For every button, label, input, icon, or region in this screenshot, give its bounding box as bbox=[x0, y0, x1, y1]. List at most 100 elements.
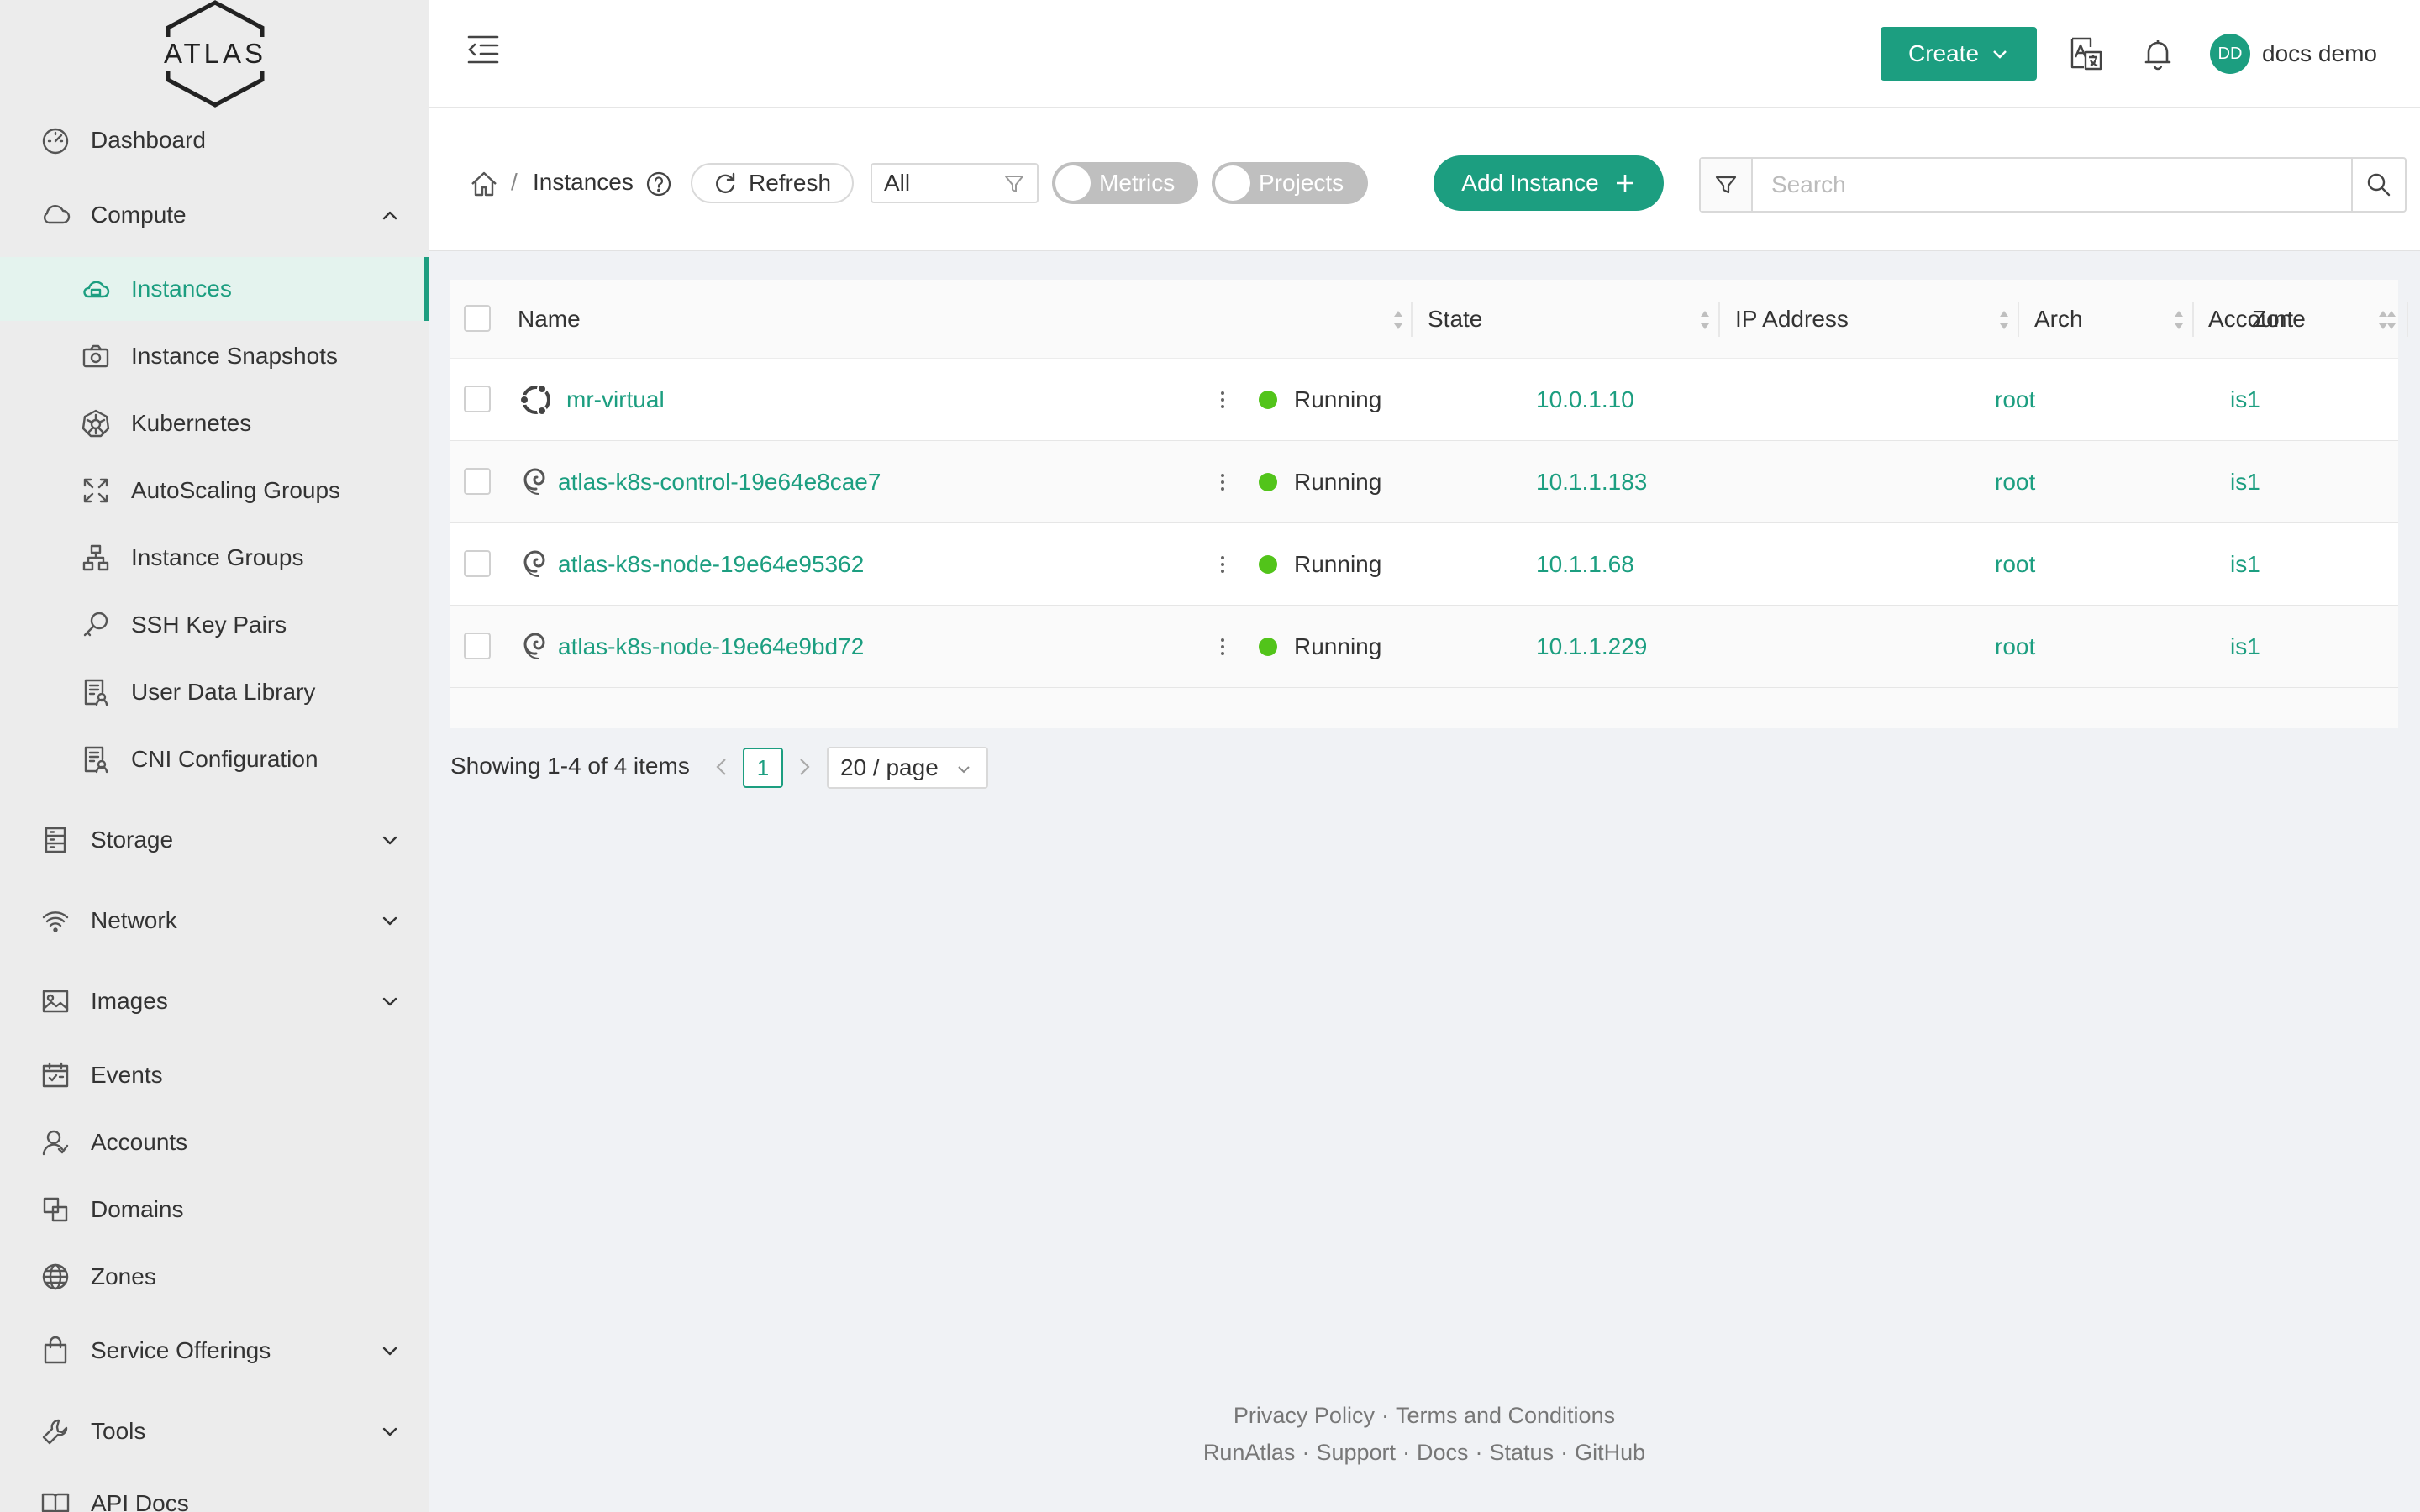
instance-name-link[interactable]: mr-virtual bbox=[566, 386, 665, 413]
projects-toggle[interactable]: Projects bbox=[1212, 162, 1368, 204]
state-text: Running bbox=[1294, 386, 1382, 412]
create-button[interactable]: Create bbox=[1881, 27, 2037, 81]
notifications-button[interactable] bbox=[2139, 35, 2176, 72]
picture-icon bbox=[39, 984, 72, 1018]
ip-address-link[interactable]: 10.1.1.68 bbox=[1536, 523, 1634, 606]
column-header-name[interactable]: Name bbox=[518, 280, 854, 359]
sidebar-item-user-data-library[interactable]: User Data Library bbox=[0, 660, 429, 724]
sidebar-item-api-docs[interactable]: API Docs bbox=[0, 1472, 429, 1512]
row-actions-button[interactable] bbox=[1210, 634, 1235, 659]
metrics-toggle[interactable]: Metrics bbox=[1052, 162, 1198, 204]
sidebar-item-ssh-key-pairs[interactable]: SSH Key Pairs bbox=[0, 593, 429, 657]
status-dot bbox=[1259, 391, 1277, 409]
privacy-policy-link[interactable]: Privacy Policy bbox=[1234, 1403, 1375, 1428]
breadcrumb-home[interactable] bbox=[469, 169, 499, 199]
column-header-zone[interactable]: Zone bbox=[2230, 280, 2398, 359]
account-link[interactable]: root bbox=[1995, 359, 2035, 441]
pagination-total: Showing 1-4 of 4 items bbox=[450, 753, 690, 779]
add-instance-button[interactable]: Add Instance bbox=[1434, 155, 1664, 211]
filter-select[interactable]: All bbox=[871, 163, 1039, 203]
table-row[interactable]: mr-virtual Running 10.0.1.10 root is1 bbox=[450, 359, 2398, 441]
select-all-checkbox[interactable] bbox=[464, 305, 491, 332]
search-filter-button[interactable] bbox=[1701, 159, 1753, 211]
sort-icon bbox=[1701, 311, 1709, 329]
sidebar-item-label: AutoScaling Groups bbox=[131, 477, 341, 503]
state-text: Running bbox=[1294, 469, 1382, 495]
search-input[interactable] bbox=[1754, 159, 2351, 211]
user-menu[interactable]: DD docs demo bbox=[2210, 32, 2377, 76]
docs-link[interactable]: Docs bbox=[1417, 1440, 1469, 1465]
sidebar-item-autoscaling-groups[interactable]: AutoScaling Groups bbox=[0, 459, 429, 522]
column-header-arch[interactable]: Arch bbox=[2034, 280, 2194, 359]
row-checkbox[interactable] bbox=[464, 550, 491, 577]
cloud-icon bbox=[39, 198, 72, 232]
refresh-button[interactable]: Refresh bbox=[691, 163, 854, 203]
row-actions-button[interactable] bbox=[1210, 470, 1235, 495]
help-button[interactable] bbox=[645, 171, 672, 197]
state-cell: Running bbox=[1259, 606, 1381, 688]
row-checkbox[interactable] bbox=[464, 468, 491, 495]
shopping-bag-icon bbox=[39, 1334, 72, 1368]
sidebar-item-service-offerings[interactable]: Service Offerings bbox=[0, 1319, 429, 1383]
sidebar-item-domains[interactable]: Domains bbox=[0, 1178, 429, 1242]
table-row[interactable]: atlas-k8s-node-19e64e9bd72 Running 10.1.… bbox=[450, 606, 2398, 688]
zone-link[interactable]: is1 bbox=[2230, 606, 2260, 688]
sidebar-item-tools[interactable]: Tools bbox=[0, 1399, 429, 1463]
runatlas-link[interactable]: RunAtlas bbox=[1203, 1440, 1296, 1465]
sidebar-item-network[interactable]: Network bbox=[0, 889, 429, 953]
column-header-sorter[interactable] bbox=[1385, 280, 1402, 359]
ip-address-link[interactable]: 10.0.1.10 bbox=[1536, 359, 1634, 441]
row-actions-button[interactable] bbox=[1210, 387, 1235, 412]
sidebar-item-accounts[interactable]: Accounts bbox=[0, 1110, 429, 1174]
row-checkbox[interactable] bbox=[464, 633, 491, 659]
column-header-ip-address[interactable]: IP Address bbox=[1735, 280, 2019, 359]
translate-button[interactable] bbox=[2067, 35, 2104, 72]
sidebar-item-instance-groups[interactable]: Instance Groups bbox=[0, 526, 429, 590]
pagination-next-button[interactable] bbox=[793, 754, 815, 780]
ip-address-link[interactable]: 10.1.1.229 bbox=[1536, 606, 1647, 688]
sidebar-item-dashboard[interactable]: Dashboard bbox=[0, 108, 429, 172]
sidebar-item-label: Accounts bbox=[91, 1129, 188, 1155]
sidebar-item-instances[interactable]: Instances bbox=[0, 257, 429, 321]
github-link[interactable]: GitHub bbox=[1575, 1440, 1645, 1465]
zone-link[interactable]: is1 bbox=[2230, 441, 2260, 523]
instance-name-link[interactable]: atlas-k8s-node-19e64e95362 bbox=[558, 551, 864, 578]
account-link[interactable]: root bbox=[1995, 523, 2035, 606]
sidebar-item-images[interactable]: Images bbox=[0, 969, 429, 1033]
sidebar-item-instance-snapshots[interactable]: Instance Snapshots bbox=[0, 324, 429, 388]
sidebar-item-zones[interactable]: Zones bbox=[0, 1245, 429, 1309]
column-header-state[interactable]: State bbox=[1428, 280, 1720, 359]
instance-name-link[interactable]: atlas-k8s-control-19e64e8cae7 bbox=[558, 469, 881, 496]
sidebar-item-label: Images bbox=[91, 988, 168, 1014]
tool-icon bbox=[39, 1415, 72, 1448]
support-link[interactable]: Support bbox=[1316, 1440, 1396, 1465]
column-header-label: Arch bbox=[2034, 306, 2083, 332]
breadcrumb-current: Instances bbox=[533, 169, 634, 195]
ip-address-link[interactable]: 10.1.1.183 bbox=[1536, 441, 1647, 523]
instance-name-link[interactable]: atlas-k8s-node-19e64e9bd72 bbox=[558, 633, 864, 660]
terms-link[interactable]: Terms and Conditions bbox=[1396, 1403, 1615, 1428]
menu-fold-button[interactable] bbox=[466, 32, 501, 67]
page-size-select[interactable]: 20 / page bbox=[827, 747, 988, 789]
sidebar-item-cni-configuration[interactable]: CNI Configuration bbox=[0, 727, 429, 791]
sidebar-item-events[interactable]: Events bbox=[0, 1043, 429, 1107]
status-link[interactable]: Status bbox=[1490, 1440, 1555, 1465]
row-actions-button[interactable] bbox=[1210, 552, 1235, 577]
zone-link[interactable]: is1 bbox=[2230, 523, 2260, 606]
svg-text:ATLAS: ATLAS bbox=[164, 38, 266, 69]
search-button[interactable] bbox=[2351, 159, 2405, 211]
pagination-prev-button[interactable] bbox=[711, 754, 733, 780]
sidebar-item-compute[interactable]: Compute bbox=[0, 183, 429, 247]
table-row[interactable]: atlas-k8s-node-19e64e95362 Running 10.1.… bbox=[450, 523, 2398, 606]
sidebar-item-kubernetes[interactable]: Kubernetes bbox=[0, 391, 429, 455]
key-icon bbox=[79, 608, 113, 642]
zone-link[interactable]: is1 bbox=[2230, 359, 2260, 441]
account-link[interactable]: root bbox=[1995, 441, 2035, 523]
pagination-page-1[interactable]: 1 bbox=[743, 748, 783, 788]
sidebar-item-label: Events bbox=[91, 1062, 163, 1088]
row-checkbox[interactable] bbox=[464, 386, 491, 412]
account-link[interactable]: root bbox=[1995, 606, 2035, 688]
table-row[interactable]: atlas-k8s-control-19e64e8cae7 Running 10… bbox=[450, 441, 2398, 523]
atlas-logo[interactable]: ATLAS bbox=[160, 0, 271, 108]
sidebar-item-storage[interactable]: Storage bbox=[0, 808, 429, 872]
